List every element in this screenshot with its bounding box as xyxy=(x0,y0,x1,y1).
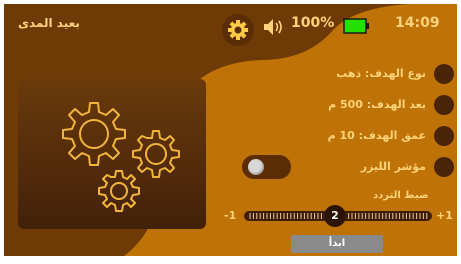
frequency-min-label: -1 xyxy=(224,209,237,222)
setting-laser-pointer[interactable]: مؤشر الليزر xyxy=(324,155,456,181)
frequency-label: ضبط التردد xyxy=(373,190,429,201)
setting-indicator[interactable] xyxy=(434,126,454,146)
battery-percent: 100% xyxy=(291,15,335,31)
battery-icon xyxy=(343,18,369,34)
setting-label: نوع الهدف: ذهب xyxy=(336,67,426,80)
settings-button[interactable] xyxy=(222,14,254,46)
setting-indicator[interactable] xyxy=(434,95,454,115)
setting-label: بعد الهدف: 500 م xyxy=(328,98,426,111)
setting-indicator[interactable] xyxy=(434,64,454,84)
speaker-icon[interactable] xyxy=(262,18,286,36)
gears-icon xyxy=(62,102,180,212)
clock: 14:09 xyxy=(395,15,440,31)
toggle-knob[interactable] xyxy=(248,159,264,175)
setting-target-distance[interactable]: بعد الهدف: 500 م xyxy=(324,93,456,119)
setting-label: مؤشر الليزر xyxy=(360,160,426,173)
setting-target-type[interactable]: نوع الهدف: ذهب xyxy=(324,62,456,88)
laser-toggle[interactable] xyxy=(242,155,291,179)
setting-label: عمق الهدف: 10 م xyxy=(327,129,426,142)
device-screen: بعيد المدى 100% 14:09 نوع الهدف: ذهب بعد… xyxy=(4,4,457,256)
setting-target-depth[interactable]: عمق الهدف: 10 م xyxy=(324,124,456,150)
frequency-max-label: +1 xyxy=(436,209,453,222)
gear-icon xyxy=(228,20,248,40)
frequency-slider-thumb[interactable]: 2 xyxy=(324,205,346,227)
start-button[interactable]: ابدأ xyxy=(291,235,383,253)
app-title: بعيد المدى xyxy=(18,16,80,30)
gears-illustration-panel xyxy=(18,79,206,229)
setting-indicator[interactable] xyxy=(434,157,454,177)
